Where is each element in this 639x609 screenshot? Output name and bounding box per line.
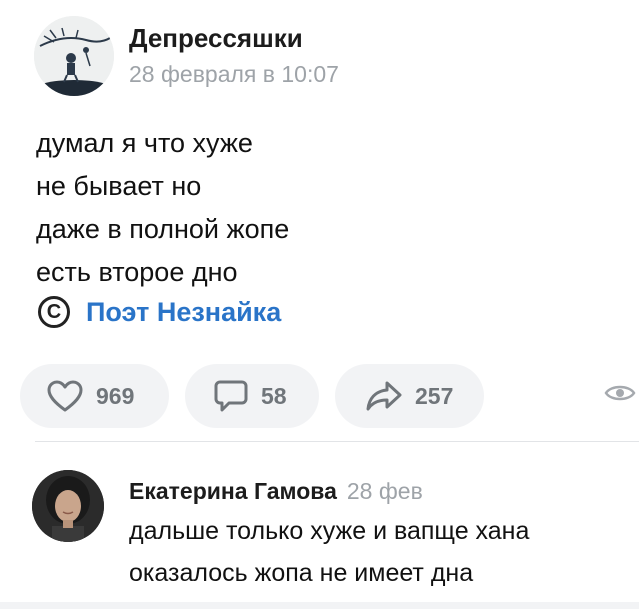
like-button[interactable]: 969 <box>20 364 169 428</box>
group-name[interactable]: Депрессяшки <box>129 23 339 53</box>
post-header-text: Депрессяшки 28 февраля в 10:07 <box>129 23 339 89</box>
comment-text-line: оказалось жопа не имеет дна <box>129 559 474 587</box>
post-text: думал я что хуже не бывает но даже в пол… <box>36 122 289 294</box>
divider <box>35 441 639 442</box>
comment-text-line: дальше только хуже и вапще хана <box>129 517 530 545</box>
heart-icon <box>47 380 83 412</box>
share-button[interactable]: 257 <box>335 364 484 428</box>
post-date[interactable]: 28 февраля в 10:07 <box>129 59 339 89</box>
share-icon <box>366 381 402 411</box>
comment-count: 58 <box>261 382 287 409</box>
comment-icon <box>214 380 248 412</box>
post-text-line: даже в полной жопе <box>36 214 290 244</box>
copyright-icon: C <box>38 296 70 328</box>
comment-button[interactable]: 58 <box>185 364 319 428</box>
group-avatar[interactable] <box>34 16 114 96</box>
post-actions: 969 58 257 <box>20 364 500 428</box>
author-link[interactable]: Поэт Незнайка <box>86 297 281 328</box>
bottom-separator <box>0 602 639 609</box>
post-text-line: есть второе дно <box>36 257 238 287</box>
share-count: 257 <box>415 382 454 409</box>
group-avatar-illustration <box>34 16 114 96</box>
post-signature: C Поэт Незнайка <box>38 296 281 328</box>
comment-text: дальше только хуже и вапще хана оказалос… <box>129 510 639 594</box>
comment-author[interactable]: Екатерина Гамова <box>129 478 337 504</box>
post-text-line: не бывает но <box>36 171 202 201</box>
commenter-avatar[interactable] <box>32 470 104 542</box>
comment-header: Екатерина Гамова 28 фев <box>129 478 423 505</box>
commenter-photo <box>32 470 104 542</box>
post-text-line: думал я что хуже <box>36 128 253 158</box>
post-header: Депрессяшки 28 февраля в 10:07 <box>34 16 339 96</box>
like-count: 969 <box>96 382 135 409</box>
comment-date[interactable]: 28 фев <box>347 478 423 504</box>
views-icon <box>604 385 636 401</box>
